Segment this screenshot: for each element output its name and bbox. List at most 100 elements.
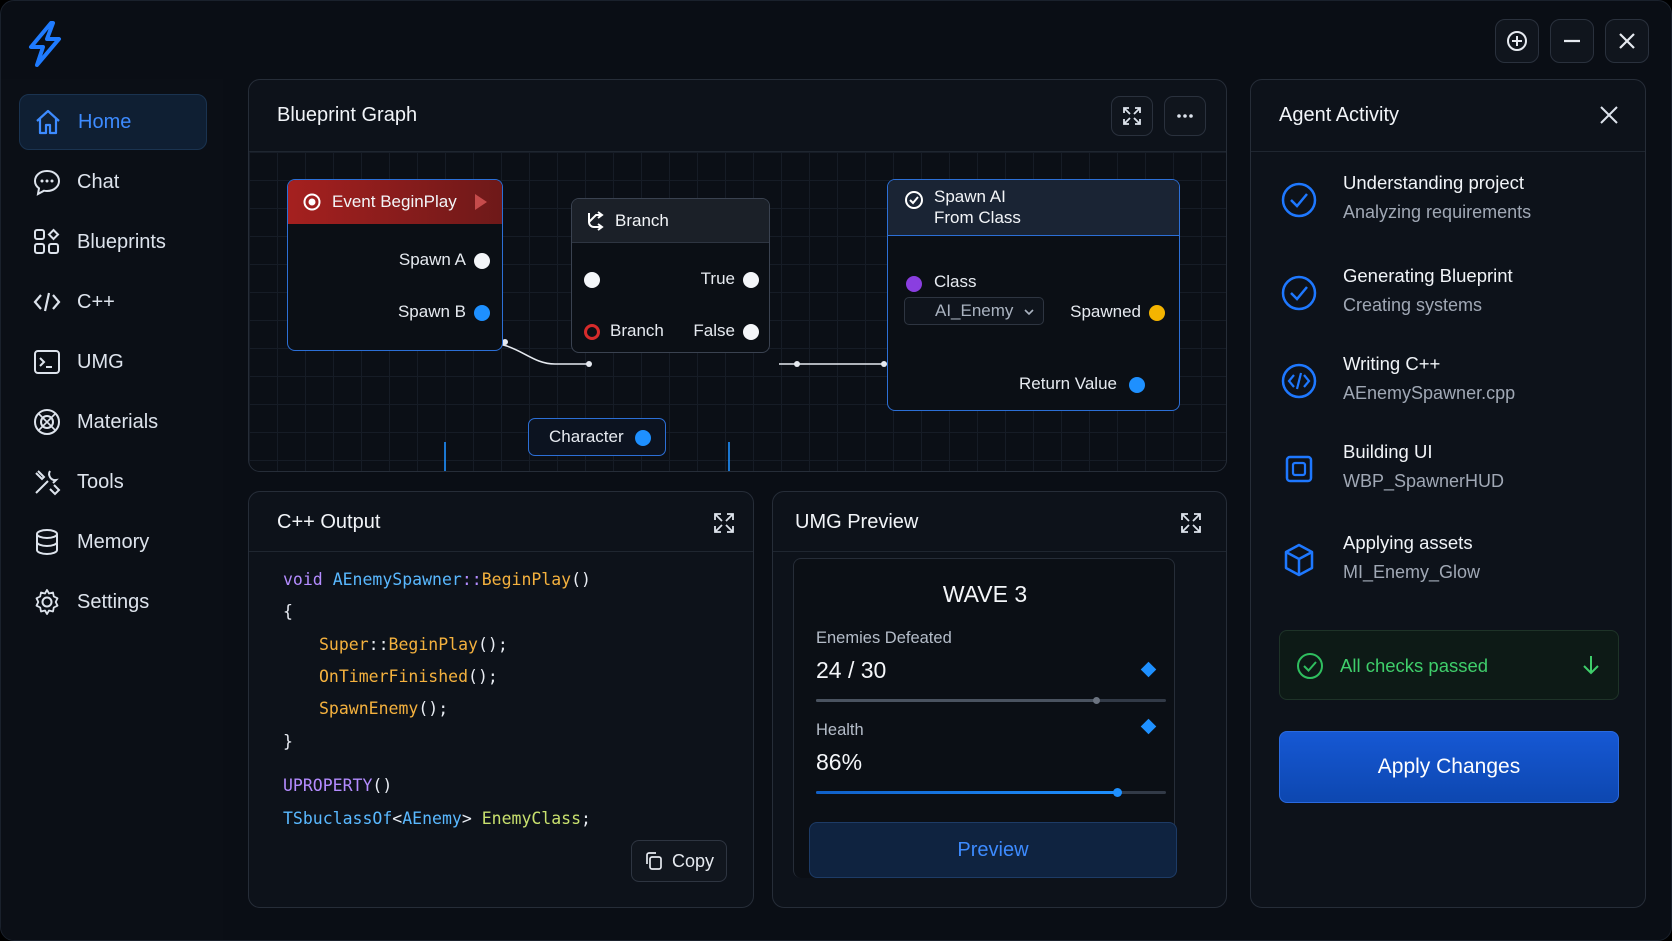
cube-icon xyxy=(1284,543,1314,577)
checks-label: All checks passed xyxy=(1340,655,1489,676)
blueprints-icon xyxy=(31,226,63,258)
code-line: Super::BeginPlay(); xyxy=(319,635,508,654)
event-beginplay-node[interactable]: Event BeginPlay Spawn A Spawn B xyxy=(287,179,503,351)
class-pin[interactable] xyxy=(906,276,922,292)
enemies-value: 24 / 30 xyxy=(816,657,887,683)
sidebar: Home Chat Blueprints C++ UMG Materials T… xyxy=(1,79,223,940)
pin-label: Spawn A xyxy=(398,250,466,269)
sidebar-item-tools[interactable]: Tools xyxy=(19,454,207,510)
sidebar-item-umg[interactable]: UMG xyxy=(19,334,207,390)
sidebar-item-label: Materials xyxy=(77,410,159,433)
spawn-a-pin[interactable] xyxy=(474,253,490,269)
code-line: TSbuclassOf<AEnemy> EnemyClass; xyxy=(283,809,591,828)
class-dropdown[interactable]: AI_Enemy xyxy=(904,297,1044,325)
code-line: } xyxy=(283,732,293,751)
checks-status-banner[interactable]: All checks passed xyxy=(1279,630,1619,700)
expand-icon[interactable] xyxy=(711,510,737,536)
copy-button[interactable]: Copy xyxy=(631,840,727,882)
activity-subtitle: Creating systems xyxy=(1343,295,1483,315)
dropdown-value: AI_Enemy xyxy=(935,301,1014,320)
slider-handle[interactable] xyxy=(1112,788,1122,797)
code-circle-icon xyxy=(1281,363,1317,399)
character-pin[interactable] xyxy=(635,430,651,446)
sidebar-item-settings[interactable]: Settings xyxy=(19,574,207,630)
node-header: Event BeginPlay xyxy=(288,180,502,224)
apply-changes-button[interactable]: Apply Changes xyxy=(1279,731,1619,803)
activity-title: Applying assets xyxy=(1343,532,1473,553)
node-header: Spawn AI From Class xyxy=(888,180,1179,236)
activity-title: Building UI xyxy=(1343,441,1433,462)
sidebar-item-memory[interactable]: Memory xyxy=(19,514,207,570)
event-icon xyxy=(303,193,321,211)
activity-title: Generating Blueprint xyxy=(1343,265,1513,286)
panel-header: UMG Preview xyxy=(773,492,1226,552)
return-value-pin[interactable] xyxy=(1129,377,1145,393)
add-button[interactable] xyxy=(1495,19,1539,63)
chevron-down-icon xyxy=(1024,309,1034,316)
sidebar-item-cpp[interactable]: C++ xyxy=(19,274,207,330)
diamond-icon xyxy=(1140,718,1157,735)
arrow-down-icon[interactable] xyxy=(1580,653,1602,677)
activity-item: Applying assets MI_Enemy_Glow xyxy=(1279,532,1599,596)
close-icon[interactable] xyxy=(1598,104,1620,126)
sidebar-item-label: Memory xyxy=(77,530,150,553)
condition-pin[interactable] xyxy=(584,324,600,340)
activity-subtitle: Analyzing requirements xyxy=(1343,202,1532,222)
preview-button[interactable]: Preview xyxy=(809,822,1177,878)
branch-icon xyxy=(588,210,604,231)
umg-preview-panel: UMG Preview WAVE 3 Enemies Defeated 24 /… xyxy=(772,491,1227,908)
node-title: Event BeginPlay xyxy=(332,192,457,211)
activity-subtitle: MI_Enemy_Glow xyxy=(1343,562,1481,582)
panel-header: Agent Activity xyxy=(1251,80,1645,152)
true-pin[interactable] xyxy=(743,272,759,288)
sidebar-item-materials[interactable]: Materials xyxy=(19,394,207,450)
exec-in-pin[interactable] xyxy=(584,272,600,288)
pin-label: Spawned xyxy=(1070,302,1141,321)
close-button[interactable] xyxy=(1605,19,1649,63)
expand-icon[interactable] xyxy=(1178,510,1204,536)
pin-label: Spawn B xyxy=(397,302,466,321)
node-header: Branch xyxy=(572,199,769,243)
sidebar-item-chat[interactable]: Chat xyxy=(19,154,207,210)
character-node[interactable]: Character xyxy=(528,418,666,456)
spawn-b-pin[interactable] xyxy=(474,305,490,321)
copy-icon xyxy=(646,852,662,870)
function-icon xyxy=(905,191,923,209)
branch-node[interactable]: Branch True Branch False xyxy=(571,198,770,353)
ui-widget-icon xyxy=(1285,455,1313,483)
terminal-icon xyxy=(31,346,63,378)
spawn-ai-node[interactable]: Spawn AI From Class Class AI_Enemy Spawne… xyxy=(887,179,1180,411)
expand-button[interactable] xyxy=(1111,96,1153,136)
health-progress-bar[interactable] xyxy=(816,788,1166,797)
activity-subtitle: AEnemySpawner.cpp xyxy=(1343,383,1516,403)
sidebar-item-label: Blueprints xyxy=(77,230,166,253)
sidebar-item-label: Home xyxy=(78,110,132,133)
diamond-icon xyxy=(1140,661,1157,678)
chat-icon xyxy=(31,166,63,198)
false-pin[interactable] xyxy=(743,324,759,340)
sidebar-item-label: Chat xyxy=(77,170,120,193)
code-line: UPROPERTY() xyxy=(283,776,393,795)
sidebar-item-label: UMG xyxy=(77,350,124,373)
pin-label: True xyxy=(700,269,735,288)
activity-item: Building UI WBP_SpawnerHUD xyxy=(1279,441,1599,505)
more-options-button[interactable] xyxy=(1164,96,1206,136)
sidebar-item-label: Settings xyxy=(77,590,150,613)
add-icon xyxy=(1507,31,1527,51)
sidebar-item-blueprints[interactable]: Blueprints xyxy=(19,214,207,270)
spawned-pin[interactable] xyxy=(1149,305,1165,321)
sidebar-item-home[interactable]: Home xyxy=(19,94,207,150)
code-icon xyxy=(31,286,63,318)
exec-arrow-icon xyxy=(475,194,487,210)
code-line: SpawnEnemy(); xyxy=(319,699,449,718)
progress-fill xyxy=(816,791,1117,794)
health-label: Health xyxy=(816,721,864,739)
cpp-output-panel: C++ Output void AEnemySpawner::BeginPlay… xyxy=(248,491,754,908)
enemies-label: Enemies Defeated xyxy=(816,629,952,647)
app-window: Home Chat Blueprints C++ UMG Materials T… xyxy=(0,0,1672,941)
pin-label: Class xyxy=(934,272,977,291)
minimize-button[interactable] xyxy=(1550,19,1594,63)
copy-label: Copy xyxy=(671,850,715,871)
slider-handle[interactable] xyxy=(1092,697,1100,704)
check-circle-icon xyxy=(1281,275,1317,311)
